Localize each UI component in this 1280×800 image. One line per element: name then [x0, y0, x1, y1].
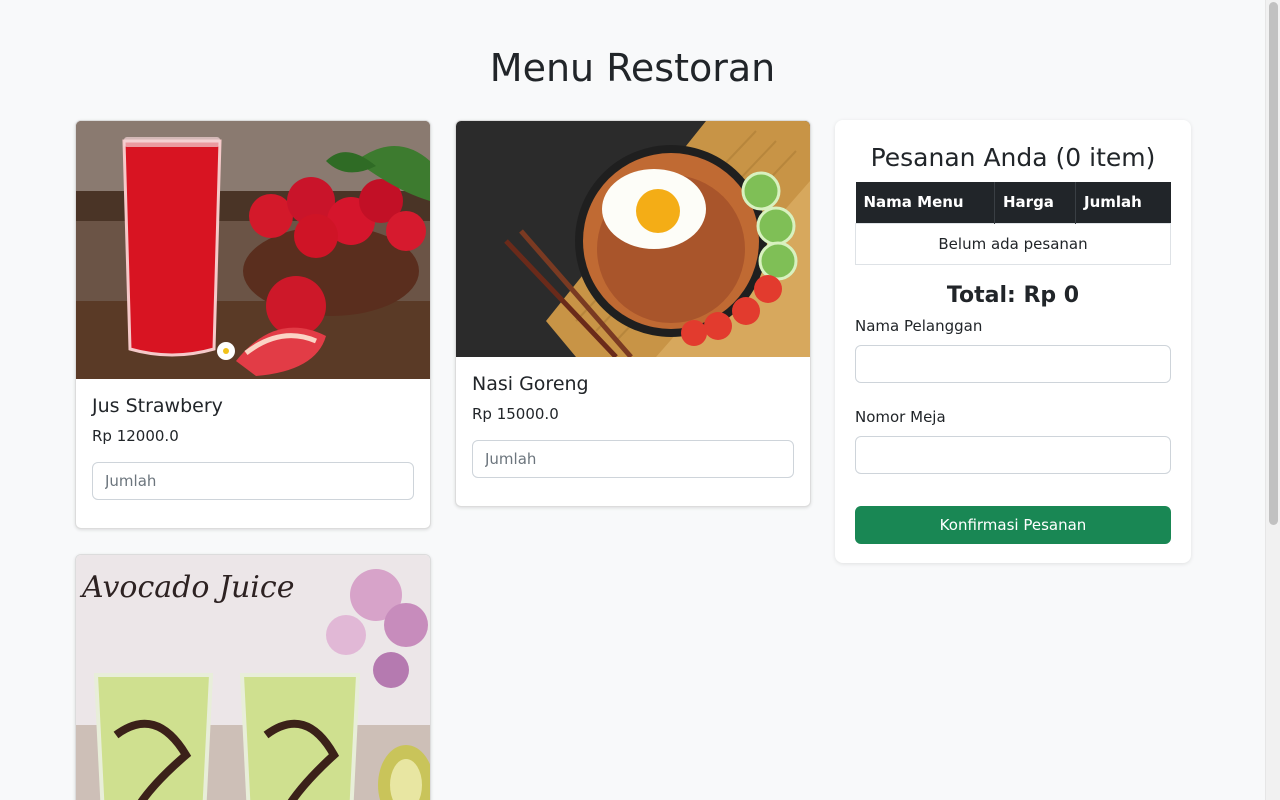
order-table-header: Nama Menu Harga Jumlah: [855, 182, 1171, 223]
menu-item-price: Rp 15000.0: [472, 405, 559, 423]
column-header-jumlah: Jumlah: [1075, 182, 1171, 223]
table-number-input[interactable]: [855, 435, 1171, 474]
table-number-label: Nomor Meja: [855, 407, 946, 426]
menu-card-avocado-juice: Avocado Juice: [75, 554, 431, 800]
avocado-juice-image: Avocado Juice: [76, 555, 430, 800]
table-row: Belum ada pesanan: [855, 222, 1171, 265]
menu-card-nasi-goreng: Nasi Goreng Rp 15000.0: [455, 120, 811, 507]
menu-item-name: Jus Strawbery: [92, 395, 223, 417]
quantity-input[interactable]: [472, 440, 794, 478]
empty-order-message: Belum ada pesanan: [855, 222, 1171, 265]
menu-item-price: Rp 12000.0: [92, 427, 179, 445]
page-scrollbar[interactable]: [1265, 0, 1280, 800]
menu-item-name: Nasi Goreng: [472, 373, 589, 395]
avocado-juice-caption: Avocado Juice: [79, 570, 294, 605]
strawberry-juice-image: [76, 121, 430, 379]
menu-card-jus-strawbery: Jus Strawbery Rp 12000.0: [75, 120, 431, 529]
scrollbar-thumb[interactable]: [1269, 2, 1278, 525]
page-title: Menu Restoran: [489, 46, 776, 90]
customer-name-input[interactable]: [855, 344, 1171, 383]
column-header-nama-menu: Nama Menu: [855, 182, 995, 223]
column-header-harga: Harga: [994, 182, 1076, 223]
order-panel: Pesanan Anda (0 item) Nama Menu Harga Ju…: [835, 120, 1191, 563]
order-table: Nama Menu Harga Jumlah Belum ada pesanan: [855, 182, 1171, 265]
fried-rice-image: [456, 121, 810, 357]
confirm-order-button[interactable]: Konfirmasi Pesanan: [855, 505, 1171, 544]
quantity-input[interactable]: [92, 462, 414, 500]
order-total: Total: Rp 0: [946, 282, 1080, 308]
order-title: Pesanan Anda (0 item): [870, 143, 1156, 172]
customer-name-label: Nama Pelanggan: [855, 316, 983, 335]
